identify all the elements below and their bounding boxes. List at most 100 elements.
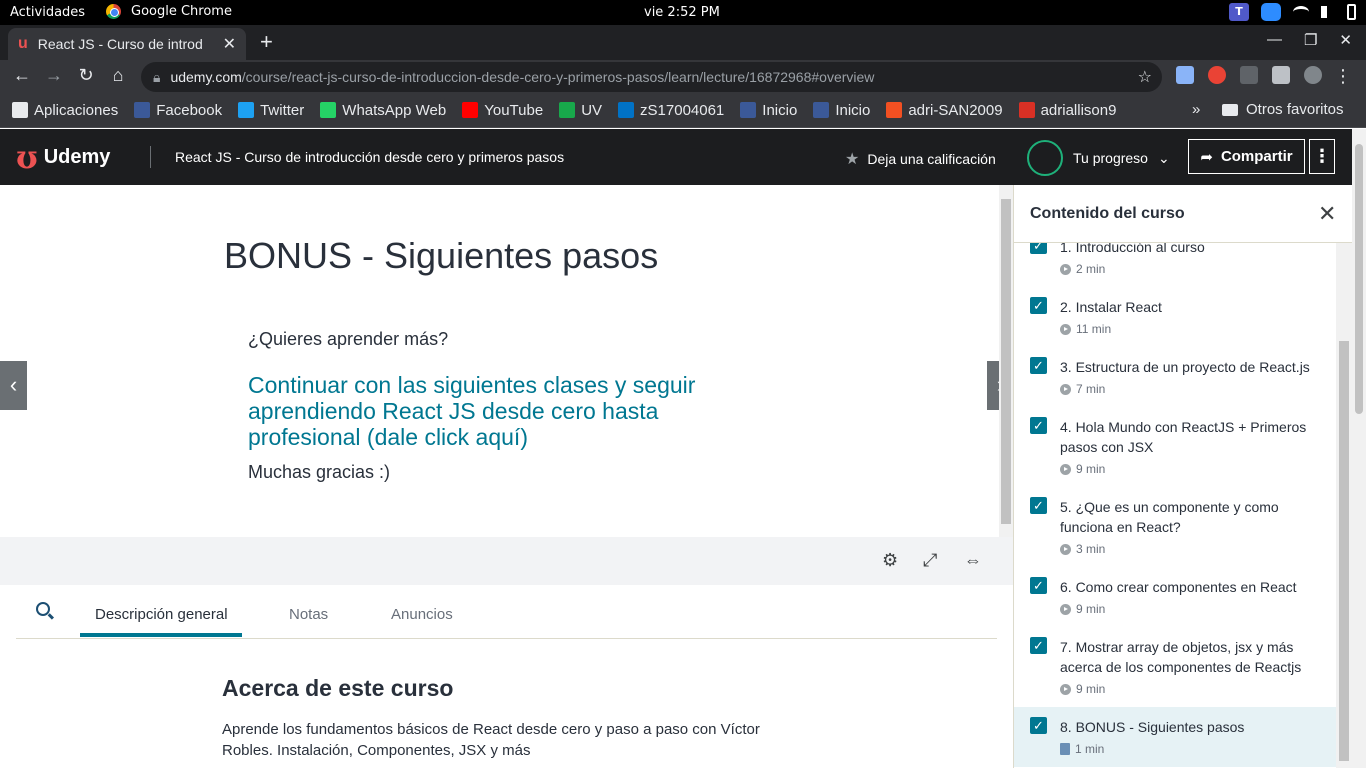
minimize-icon[interactable]: — — [1267, 31, 1282, 49]
bookmark-item[interactable]: Twitter — [238, 102, 304, 119]
previous-lecture-button[interactable]: ‹ — [0, 361, 27, 410]
bookmark-item[interactable]: YouTube — [462, 102, 543, 119]
address-bar[interactable]: 🔒︎ udemy.com/course/react-js-curso-de-in… — [141, 62, 1162, 92]
new-tab-button[interactable]: + — [260, 29, 273, 55]
completed-checkbox[interactable]: ✓ — [1030, 417, 1047, 434]
lecture-item-title: 2. Instalar React — [1060, 299, 1162, 315]
bookmark-item[interactable]: Facebook — [134, 102, 222, 119]
activities-button[interactable]: Actividades — [10, 5, 85, 20]
bookmark-item[interactable]: adriallison9 — [1018, 101, 1117, 119]
system-tray[interactable]: T — [1229, 3, 1356, 21]
lecture-controls: ⚙ ⤢ ⇔ — [0, 537, 1013, 585]
sidebar-scrollbar-thumb[interactable] — [1339, 341, 1349, 761]
more-bookmarks-button[interactable]: » — [1192, 101, 1200, 118]
bookmark-label: Inicio — [835, 101, 871, 119]
reload-button[interactable]: ↻ — [75, 65, 97, 86]
lecture-list-item[interactable]: ✓ 7. Mostrar array de objetos, jsx y más … — [1014, 627, 1336, 707]
close-sidebar-icon[interactable]: ✕ — [1318, 201, 1336, 227]
play-icon — [1060, 683, 1071, 695]
udemy-logo[interactable]: ʊ Udemy — [16, 141, 110, 173]
completed-checkbox[interactable]: ✓ — [1030, 243, 1047, 254]
course-title[interactable]: React JS - Curso de introducción desde c… — [175, 149, 564, 165]
close-window-icon[interactable]: ✕ — [1339, 31, 1352, 49]
bookmark-item[interactable]: Inicio — [740, 102, 797, 119]
sidebar-scrollbar[interactable] — [1336, 243, 1352, 768]
lecture-list-item[interactable]: ✓ 6. Como crear componentes en React 9 min — [1014, 567, 1336, 627]
zoom-icon[interactable] — [1261, 3, 1281, 21]
back-button[interactable]: ← — [11, 65, 33, 86]
twitter-icon — [238, 102, 255, 118]
profile-avatar[interactable] — [1304, 66, 1322, 84]
browser-menu-icon[interactable]: ⋮ — [1334, 66, 1352, 87]
bookmark-label: Aplicaciones — [34, 101, 119, 119]
bookmark-label: adriallison9 — [1040, 101, 1117, 119]
forward-button[interactable]: → — [43, 65, 65, 86]
lecture-list-item[interactable]: ✓ 1. Introducción al curso 2 min — [1014, 243, 1336, 287]
search-icon[interactable] — [36, 602, 50, 616]
bookmarks-bar: Aplicaciones Facebook Twitter WhatsApp Web Y… — [0, 93, 1366, 128]
lecture-list-item[interactable]: ✓ 8. BONUS - Siguientes pasos 1 min — [1014, 707, 1336, 767]
adblock-extension-icon[interactable] — [1208, 66, 1226, 84]
bookmark-label: Facebook — [156, 101, 223, 119]
bookmark-item[interactable]: Inicio — [813, 102, 870, 119]
lecture-list-item[interactable]: ✓ 5. ¿Que es un componente y como funcion… — [1014, 487, 1336, 567]
tab-overview[interactable]: Descripción general — [95, 606, 228, 623]
bookmark-item[interactable]: UV — [559, 102, 602, 119]
bookmark-item[interactable]: adri-SAN2009 — [886, 102, 1003, 119]
bookmark-star-icon[interactable]: ☆ — [1138, 67, 1152, 87]
lecture-scrollbar[interactable] — [999, 185, 1013, 537]
extension-icon[interactable] — [1240, 66, 1258, 84]
other-bookmarks-folder[interactable]: Otros favoritos — [1222, 101, 1344, 118]
app-menu[interactable]: Google Chrome — [106, 4, 232, 19]
progress-ring-icon — [1027, 140, 1063, 176]
tab-notes[interactable]: Notas — [289, 606, 328, 623]
bookmark-item[interactable]: zS17004061 — [618, 102, 724, 119]
teams-icon[interactable]: T — [1229, 3, 1249, 21]
lecture-list-item[interactable]: ✓ 4. Hola Mundo con ReactJS + Primeros pa… — [1014, 407, 1336, 487]
clock[interactable]: vie 2:52 PM — [644, 5, 720, 20]
lecture-scrollbar-thumb[interactable] — [1001, 199, 1011, 524]
lecture-item-title: 6. Como crear componentes en React — [1060, 579, 1297, 595]
more-options-button[interactable]: ⋮ — [1309, 139, 1335, 174]
tab-announcements[interactable]: Anuncios — [391, 606, 453, 623]
volume-icon — [1321, 6, 1335, 18]
completed-checkbox[interactable]: ✓ — [1030, 297, 1047, 314]
completed-checkbox[interactable]: ✓ — [1030, 637, 1047, 654]
maximize-icon[interactable]: ❐ — [1304, 31, 1317, 49]
fullscreen-icon[interactable]: ⤢ — [923, 550, 937, 571]
play-icon — [1060, 263, 1071, 275]
header-divider — [150, 146, 151, 168]
lecture-list-item[interactable]: ✓ 2. Instalar React 11 min — [1014, 287, 1336, 347]
duration-label: 3 min — [1076, 542, 1106, 556]
bookmark-item[interactable]: WhatsApp Web — [320, 102, 446, 119]
bookmark-item[interactable]: Aplicaciones — [12, 102, 118, 119]
expand-view-icon[interactable]: ⇔ — [964, 550, 982, 571]
url-path: /course/react-js-curso-de-introduccion-d… — [241, 69, 875, 85]
completed-checkbox[interactable]: ✓ — [1030, 577, 1047, 594]
lecture-duration: 9 min — [1060, 602, 1105, 616]
play-icon — [1060, 463, 1071, 475]
home-button[interactable]: ⌂ — [107, 65, 129, 86]
course-tabs: Descripción general Notas Anuncios — [16, 590, 997, 639]
lock-icon[interactable]: 🔒︎ — [153, 69, 160, 86]
page-scrollbar-thumb[interactable] — [1355, 144, 1363, 414]
rate-course-button[interactable]: ★ Deja una calificación — [845, 149, 996, 169]
close-tab-icon[interactable]: ✕ — [223, 34, 236, 54]
completed-checkbox[interactable]: ✓ — [1030, 357, 1047, 374]
progress-dropdown[interactable]: Tu progreso ⌄ — [1027, 140, 1170, 176]
page-scrollbar[interactable] — [1352, 129, 1366, 768]
share-button[interactable]: ➦ Compartir — [1188, 139, 1305, 174]
settings-gear-icon[interactable]: ⚙ — [882, 550, 898, 571]
docs-extension-icon[interactable] — [1176, 66, 1194, 84]
completed-checkbox[interactable]: ✓ — [1030, 717, 1047, 734]
next-course-link[interactable]: Continuar con las siguientes clases y se… — [248, 372, 748, 450]
extensions-area — [1176, 66, 1322, 84]
extensions-puzzle-icon[interactable] — [1272, 66, 1290, 84]
other-bookmarks-label: Otros favoritos — [1246, 101, 1344, 118]
play-icon — [1060, 543, 1071, 555]
share-label: Compartir — [1220, 148, 1293, 165]
browser-tab[interactable]: u React JS - Curso de introd ✕ — [8, 28, 246, 60]
completed-checkbox[interactable]: ✓ — [1030, 497, 1047, 514]
lecture-item-title: 8. BONUS - Siguientes pasos — [1060, 719, 1245, 735]
lecture-list-item[interactable]: ✓ 3. Estructura de un proyecto de React.j… — [1014, 347, 1336, 407]
